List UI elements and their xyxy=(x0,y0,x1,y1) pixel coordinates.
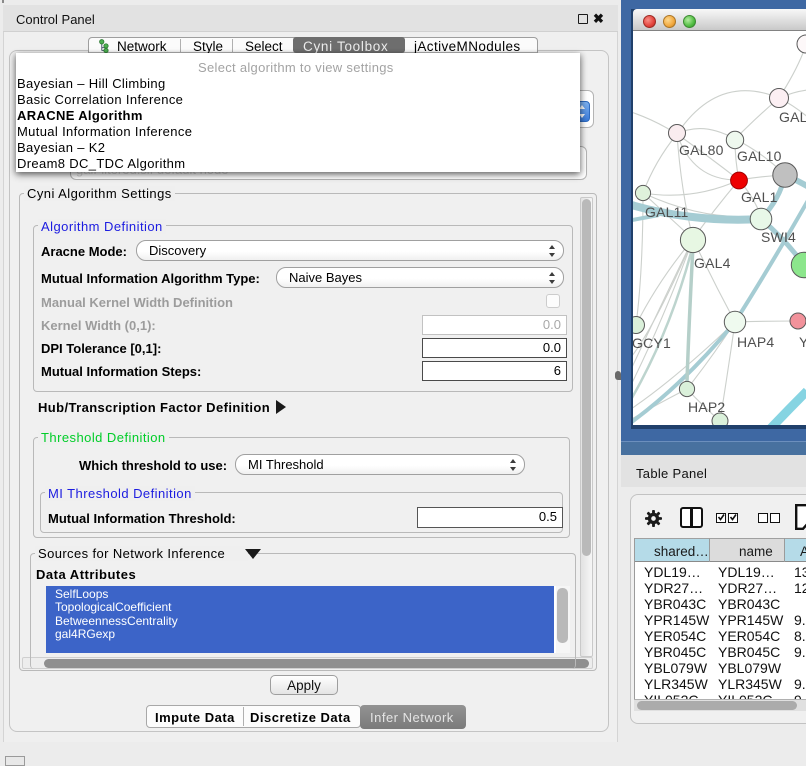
svg-text:GAL3: GAL3 xyxy=(779,109,806,125)
svg-text:Y: Y xyxy=(799,334,806,350)
svg-text:GAL4: GAL4 xyxy=(694,255,731,271)
svg-text:GAL1: GAL1 xyxy=(741,189,778,205)
svg-text:HAP4: HAP4 xyxy=(737,334,774,350)
svg-text:GAL10: GAL10 xyxy=(737,148,782,164)
svg-text:GCY1: GCY1 xyxy=(633,335,671,351)
svg-text:GAL80: GAL80 xyxy=(679,142,724,158)
svg-text:SWI4: SWI4 xyxy=(761,229,796,245)
svg-text:HAP2: HAP2 xyxy=(688,399,725,415)
svg-text:GAL11: GAL11 xyxy=(645,204,689,220)
